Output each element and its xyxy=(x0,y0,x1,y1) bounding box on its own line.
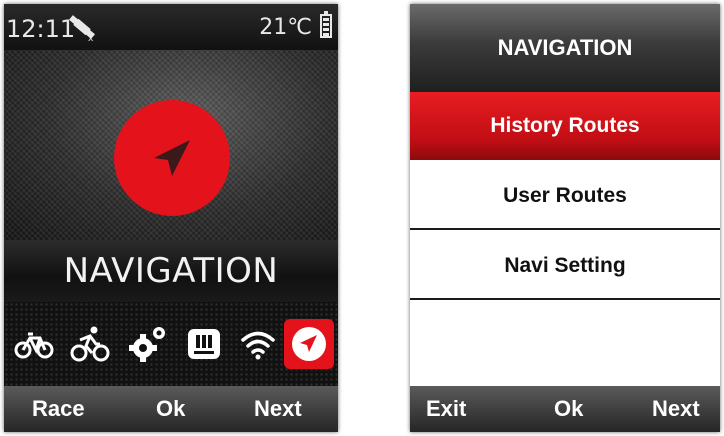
softkey-bar: Race Ok Next xyxy=(4,386,338,432)
menu-item-user-routes[interactable]: User Routes xyxy=(410,162,720,230)
ok-button[interactable]: Ok xyxy=(156,386,185,432)
menu-header: NAVIGATION xyxy=(410,4,720,92)
gears-icon[interactable] xyxy=(128,324,168,364)
exit-button[interactable]: Exit xyxy=(426,386,466,432)
bicycle-icon[interactable] xyxy=(14,324,54,364)
mode-title: NAVIGATION xyxy=(4,240,338,302)
clock: 12:11 xyxy=(6,15,76,43)
race-button[interactable]: Race xyxy=(32,386,85,432)
menu-item-history-routes[interactable]: History Routes xyxy=(410,92,720,160)
next-button[interactable]: Next xyxy=(652,386,700,432)
navigation-arrow-icon xyxy=(114,100,230,216)
menu-item-navi-setting[interactable]: Navi Setting xyxy=(410,232,720,300)
navigation-icon[interactable] xyxy=(284,319,334,369)
cyclist-icon[interactable] xyxy=(70,324,110,364)
device-screen-main: 12:11 x 21℃ NAVIGATION Race Ok Next xyxy=(4,4,338,432)
status-bar: 12:11 x 21℃ xyxy=(4,4,338,50)
device-screen-navigation-menu: NAVIGATION History Routes User Routes Na… xyxy=(410,4,720,432)
softkey-bar: Exit Ok Next xyxy=(410,386,720,432)
satellite-icon: x xyxy=(68,15,98,47)
next-button[interactable]: Next xyxy=(254,386,302,432)
hero-banner xyxy=(4,50,338,240)
wifi-icon[interactable] xyxy=(238,324,278,364)
battery-icon xyxy=(320,11,332,38)
sensor-icon[interactable] xyxy=(184,324,224,364)
temperature: 21℃ xyxy=(259,15,312,40)
mode-icon-strip xyxy=(4,302,338,386)
svg-text:x: x xyxy=(88,34,94,41)
ok-button[interactable]: Ok xyxy=(554,386,583,432)
